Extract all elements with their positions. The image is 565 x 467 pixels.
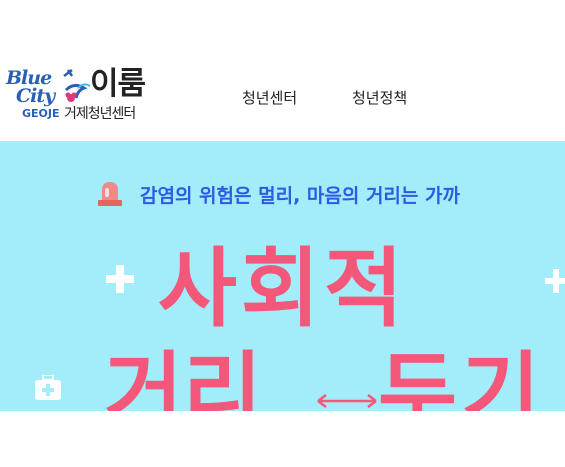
hero-banner[interactable]: 감염의 위험은 멀리, 마음의 거리는 가까 사회적 거리 두기	[0, 141, 565, 411]
banner-title-line2-left: 거리	[104, 343, 263, 411]
site-logo[interactable]: Blue City GEOJE 이룸 거제청년센터	[6, 66, 166, 128]
nav-youth-policy[interactable]: 청년정책	[352, 88, 407, 108]
logo-geoje-text: GEOJE	[22, 107, 60, 120]
banner-title-line2-right: 두기	[378, 343, 545, 411]
logo-city-text: City	[16, 85, 55, 107]
nav-youth-center[interactable]: 청년센터	[242, 88, 297, 108]
banner-title-line1: 사회적	[157, 239, 408, 339]
logo-subtitle: 거제청년센터	[64, 106, 136, 122]
siren-icon	[98, 182, 122, 206]
logo-name: 이룸	[90, 66, 146, 102]
site-header: Blue City GEOJE 이룸 거제청년센터 청년센터 청년정책	[0, 0, 565, 141]
banner-tagline: 감염의 위험은 멀리, 마음의 거리는 가까	[140, 185, 460, 207]
first-aid-kit-icon	[35, 375, 61, 400]
double-arrow-icon	[317, 394, 377, 408]
page-blank-area	[0, 411, 565, 467]
